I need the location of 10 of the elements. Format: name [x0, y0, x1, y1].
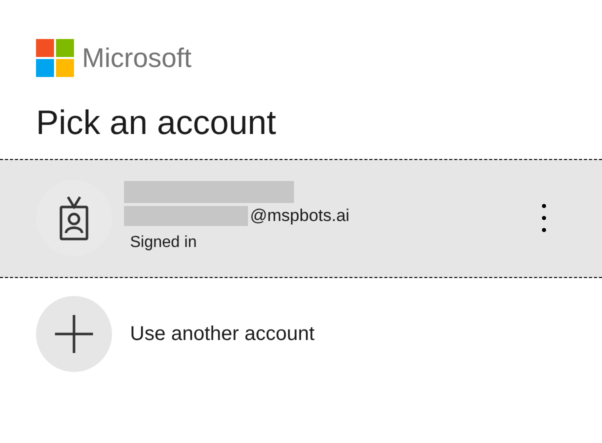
add-account-label: Use another account — [130, 322, 315, 346]
brand-name: Microsoft — [82, 42, 192, 75]
badge-person-icon — [58, 195, 90, 241]
logo-icon — [36, 39, 74, 78]
more-icon — [542, 204, 546, 232]
account-item[interactable]: @mspbots.ai Signed in — [0, 158, 602, 278]
page-title: Pick an account — [35, 102, 278, 144]
plus-icon — [55, 314, 93, 352]
account-email: @mspbots.ai — [250, 205, 350, 228]
account-status: Signed in — [130, 232, 198, 253]
